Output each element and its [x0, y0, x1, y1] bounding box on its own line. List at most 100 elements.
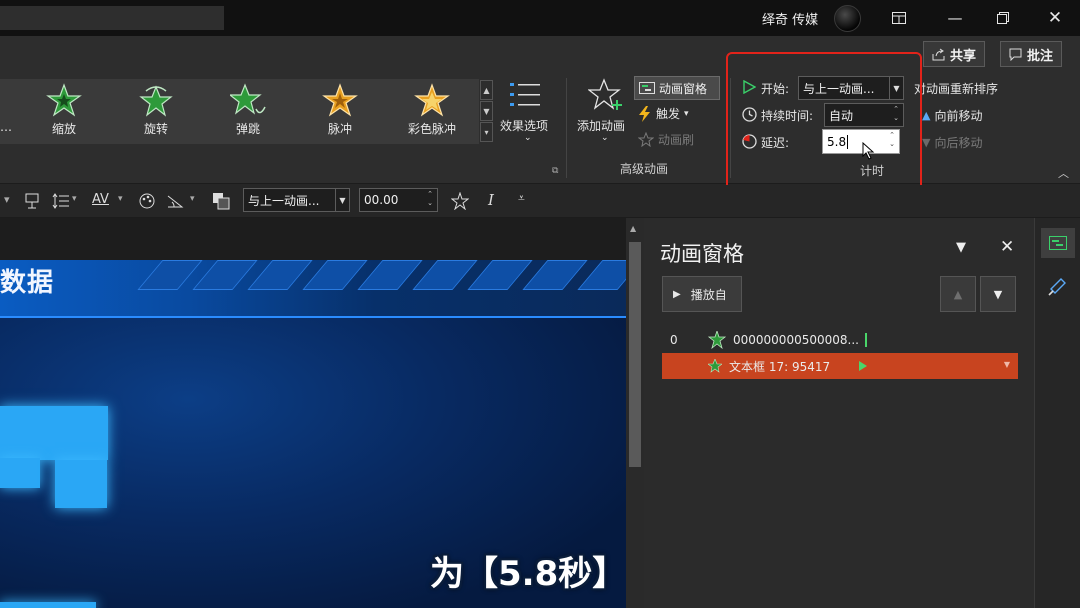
trigger-label: 触发	[656, 107, 681, 121]
effect-options-icon	[510, 83, 540, 106]
restore-icon	[997, 12, 1009, 24]
video-caption: 为【5.8秒】	[430, 554, 626, 594]
bounce-star-icon	[230, 83, 266, 115]
gallery-item-label: 缩放	[51, 122, 76, 136]
slide-banner-text[interactable]: 数据	[0, 262, 54, 299]
chevron-down-icon[interactable]: ▾	[72, 194, 77, 204]
gallery-item-zoom[interactable]: 缩放	[24, 79, 104, 144]
chevron-down-icon: ⌄	[524, 133, 532, 143]
animation-pane-button[interactable]: 动画窗格	[634, 76, 720, 100]
minimize-icon: —	[947, 9, 963, 27]
move-later-button[interactable]: ▼ 向后移动	[922, 134, 982, 151]
angle-icon[interactable]	[166, 193, 184, 209]
ribbon-display-options-button[interactable]	[884, 4, 914, 32]
chevron-down-icon[interactable]: ▾	[4, 193, 10, 206]
dialog-launcher-icon[interactable]: ⧉	[552, 166, 558, 176]
star-effect-icon[interactable]	[451, 192, 469, 210]
shape-icon[interactable]	[24, 193, 40, 209]
gallery-more-icon[interactable]: ▾	[480, 122, 493, 142]
group-divider	[566, 78, 567, 178]
gallery-truncated-label: …	[0, 120, 12, 134]
animation-painter-button[interactable]: 动画刷	[638, 131, 694, 148]
banner-stripe	[302, 260, 368, 290]
collapse-ribbon-icon[interactable]: ︿	[1058, 165, 1069, 181]
large-number-fragment	[0, 406, 108, 460]
banner-stripe	[247, 260, 313, 290]
lightning-icon	[639, 105, 650, 122]
share-label: 共享	[950, 48, 977, 64]
gallery-scroll-down-icon[interactable]: ▼	[480, 101, 493, 121]
italic-icon[interactable]: I	[488, 191, 494, 209]
gallery-scroll-up-icon[interactable]: ▲	[480, 80, 493, 100]
spin-star-icon	[139, 85, 173, 117]
timeline-bar	[864, 333, 867, 347]
play-from-button[interactable]: ▶ 播放自	[662, 276, 742, 312]
chevron-down-icon[interactable]: ▾	[118, 194, 123, 204]
share-button[interactable]: 共享	[923, 41, 986, 67]
side-task-strip	[1034, 218, 1080, 608]
customize-toolbar-icon[interactable]: ⩡	[518, 191, 525, 206]
arrow-up-icon: ▲	[953, 287, 963, 301]
animation-list-item[interactable]: 0 000000000500008...	[662, 327, 1018, 353]
move-earlier-label: 向前移动	[934, 109, 983, 123]
minimize-button[interactable]: —	[940, 4, 970, 32]
gallery-item-spin[interactable]: 旋转	[116, 79, 196, 144]
reorder-label: 对动画重新排序	[914, 82, 999, 96]
move-earlier-button[interactable]: ▲ 向前移动	[922, 107, 982, 124]
item-dropdown-icon[interactable]: ▼	[1004, 360, 1010, 369]
animation-pane-toggle[interactable]	[1041, 228, 1075, 258]
animation-index: 0	[670, 333, 678, 347]
chevron-down-icon: ⌄	[601, 133, 609, 143]
close-window-button[interactable]: ✕	[1040, 4, 1070, 32]
add-animation-button[interactable]: 添加动画 ⌄	[574, 78, 634, 158]
move-later-label: 向后移动	[934, 136, 983, 150]
pane-options-chevron-icon[interactable]: ▼	[956, 240, 966, 255]
character-spacing-icon[interactable]: AV	[92, 192, 109, 207]
line-spacing-icon[interactable]	[52, 193, 70, 209]
chevron-down-icon: ▾	[684, 108, 689, 119]
banner-stripe	[522, 260, 588, 290]
gallery-scrollbar[interactable]: ▲ ▼ ▾	[479, 79, 494, 144]
close-icon: ✕	[1047, 8, 1063, 28]
animation-pane-label: 动画窗格	[659, 81, 708, 96]
gallery-item-color-pulse[interactable]: 彩色脉冲	[392, 79, 472, 144]
zoom-star-icon	[46, 83, 82, 117]
ribbon-display-icon	[892, 12, 906, 24]
format-paint-icon[interactable]	[1047, 275, 1069, 297]
large-number-fragment	[0, 602, 96, 608]
avatar[interactable]	[834, 5, 861, 32]
timeline-play-icon	[859, 361, 868, 371]
slide-editing-area[interactable]: 数据 为【5.8秒】	[0, 218, 626, 608]
chevron-down-icon[interactable]: ▾	[190, 194, 195, 204]
arrow-up-icon: ▲	[922, 109, 931, 122]
gallery-item-label: 弹跳	[235, 122, 260, 136]
restore-button[interactable]	[988, 4, 1018, 32]
chevron-down-icon[interactable]: ▼	[335, 189, 349, 211]
gallery-item-label: 彩色脉冲	[407, 122, 456, 136]
banner-stripe	[412, 260, 478, 290]
arrange-icon[interactable]	[212, 192, 230, 210]
scrollbar-thumb[interactable]	[629, 242, 641, 467]
gallery-item-pulse[interactable]: 脉冲	[300, 79, 380, 144]
gallery-item-label: 脉冲	[327, 122, 352, 136]
animation-list-item-selected[interactable]: 文本框 17: 95417 ▼	[662, 353, 1018, 379]
trigger-button[interactable]: 触发 ▾	[638, 105, 689, 122]
effect-options-label: 效果选项	[500, 119, 549, 133]
toolbar-delay-field[interactable]: 00.00 ⌃ ⌄	[359, 188, 438, 212]
format-toolbar: ▾ ▾ AV ▾ ▾ 与上一动画... ▼ 00.00 ⌃ ⌄ I ⩡	[0, 185, 1080, 218]
slide-scrollbar[interactable]: ▲	[626, 218, 644, 608]
close-pane-icon[interactable]: ✕	[1000, 237, 1014, 257]
banner-stripe	[577, 260, 626, 290]
comment-button[interactable]: 批注	[1000, 41, 1063, 67]
move-up-button[interactable]: ▲	[940, 276, 976, 312]
toolbar-start-select[interactable]: 与上一动画... ▼	[243, 188, 350, 212]
spinner-arrows-icon[interactable]: ⌃ ⌄	[425, 190, 435, 208]
gallery-item-bounce[interactable]: 弹跳	[208, 79, 288, 144]
palette-icon[interactable]	[138, 192, 156, 210]
move-down-button[interactable]: ▼	[980, 276, 1016, 312]
banner-stripe	[357, 260, 423, 290]
add-animation-star-icon	[588, 78, 622, 110]
banner-stripe	[192, 260, 258, 290]
scroll-up-icon[interactable]: ▲	[630, 224, 636, 233]
effect-options-button[interactable]: 效果选项 ⌄	[500, 80, 556, 150]
